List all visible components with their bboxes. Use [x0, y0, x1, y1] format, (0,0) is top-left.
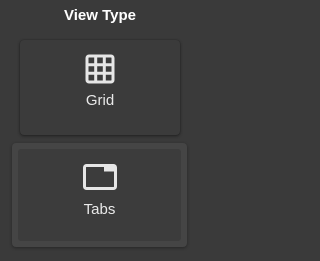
grid-option-label: Grid [85, 92, 115, 109]
grid-icon [85, 54, 115, 84]
grid-view-option[interactable]: Grid [20, 40, 180, 135]
tabs-window-icon [82, 164, 117, 190]
tabs-option-selected-area: Tabs [18, 149, 181, 241]
tabs-option-label: Tabs [83, 201, 116, 218]
tabs-view-option[interactable]: Tabs [12, 143, 187, 247]
panel-title: View Type [64, 7, 136, 24]
